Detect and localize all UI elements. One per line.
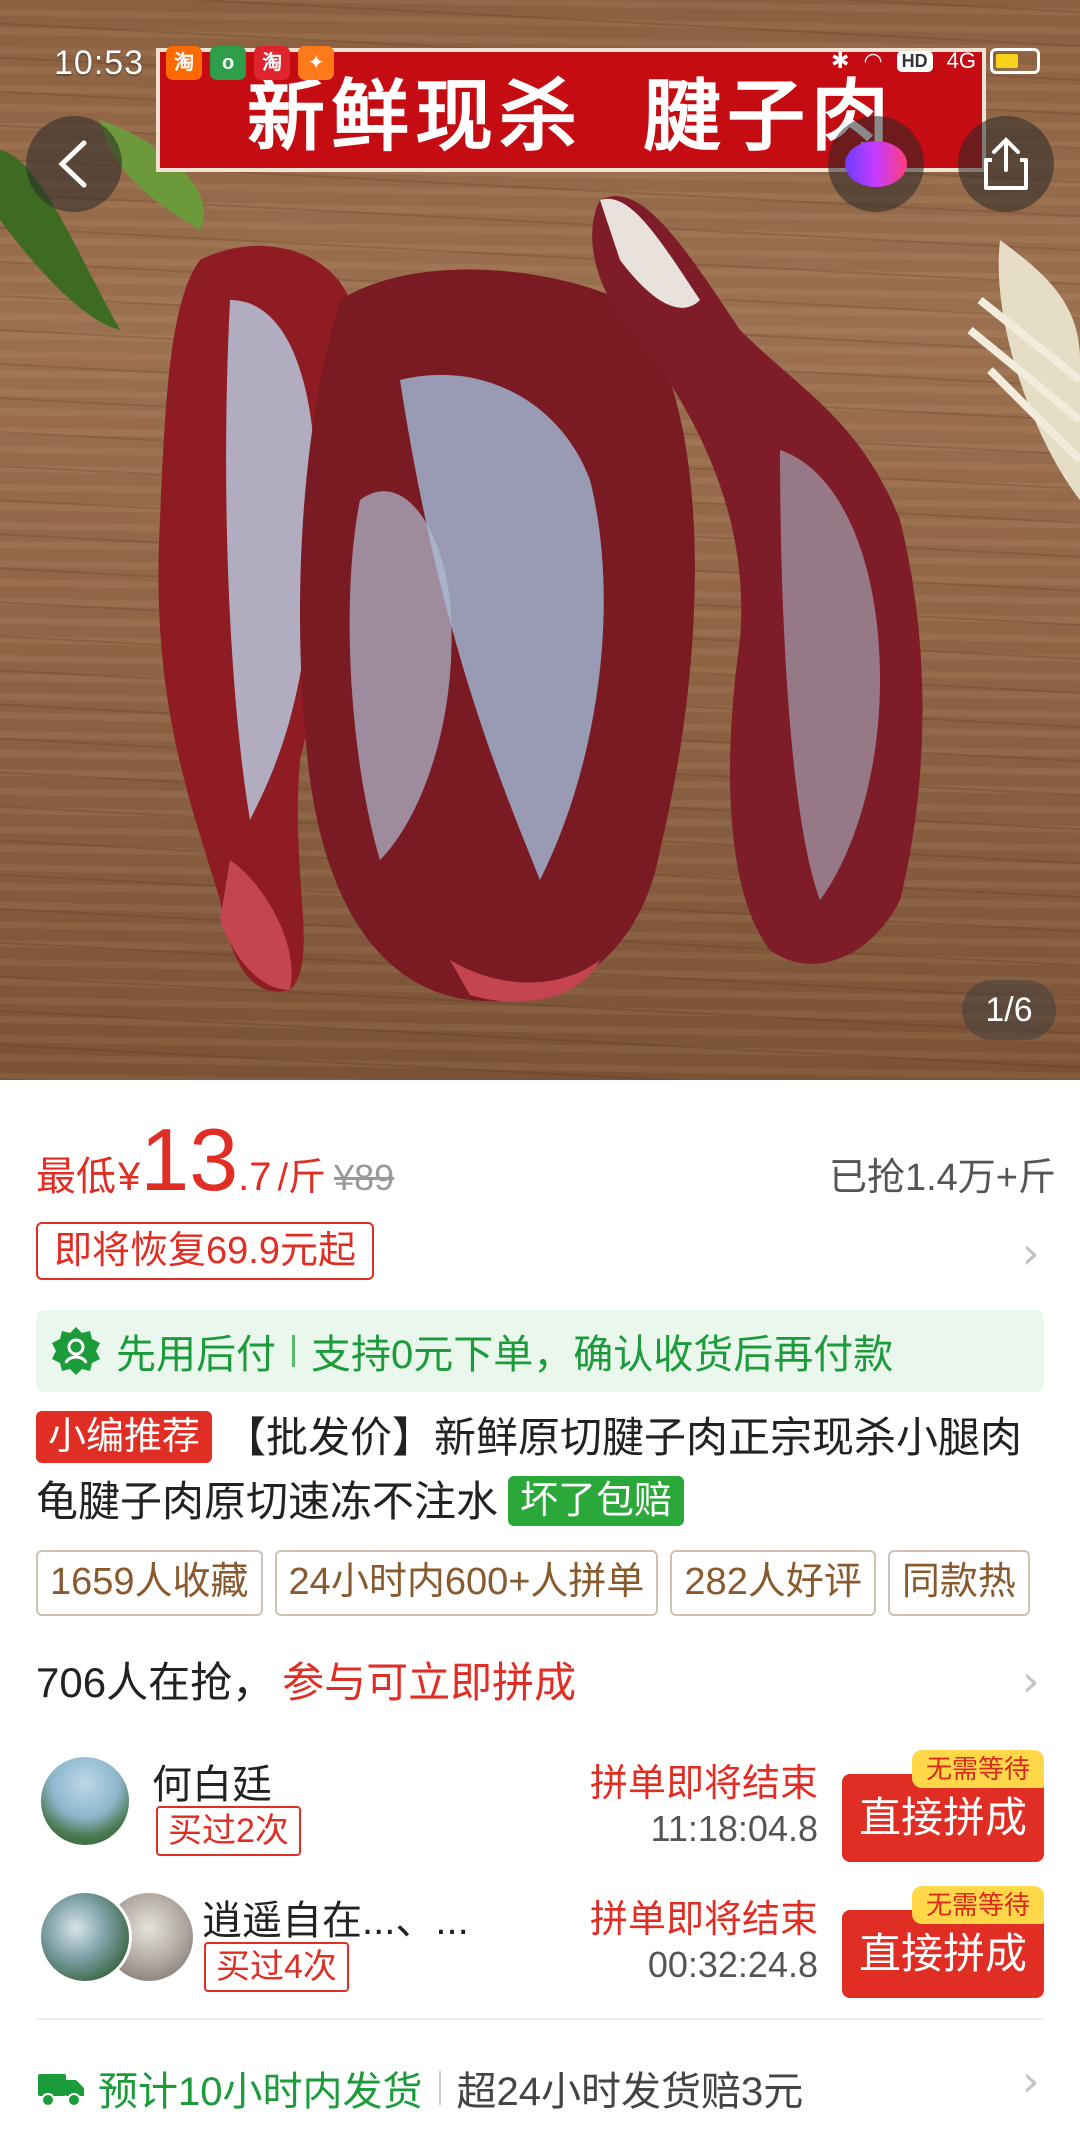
wifi-icon: ◠	[863, 48, 883, 73]
chevron-right-icon[interactable]: ›	[1022, 2056, 1040, 2107]
group-cta: 参与可立即拼成	[282, 1659, 577, 1706]
stat-chip-favorites[interactable]: 1659人收藏	[36, 1550, 263, 1616]
avatar	[38, 1890, 132, 1984]
battery-icon	[990, 48, 1040, 74]
network-label: 4G	[946, 48, 976, 73]
share-button[interactable]	[958, 116, 1054, 212]
editor-pick-badge: 小编推荐	[36, 1411, 213, 1463]
oppo-app-icon: o	[210, 46, 247, 80]
product-title-block: 小编推荐 【批发价】新鲜原切腱子肉正宗现杀小腿肉龟腱子肉原切速冻不注水 坏了包赔	[36, 1406, 1056, 1534]
avatar	[38, 1754, 132, 1848]
bluetooth-icon: ✱	[831, 48, 850, 73]
currency-symbol: ¥	[118, 1155, 141, 1199]
promo-icon	[845, 141, 907, 187]
group-buy-header[interactable]: 706人在抢， 参与可立即拼成	[36, 1648, 1056, 1718]
stats-chips: 1659人收藏 24小时内600+人拼单 282人好评 同款热	[36, 1550, 1080, 1616]
notification-icons: 淘 o 淘 ✦	[166, 46, 335, 80]
pay-later-desc: 支持0元下单，确认收货后再付款	[311, 1333, 894, 1377]
bought-count-tag: 买过4次	[204, 1942, 349, 1992]
share-icon	[984, 137, 1028, 190]
price-restore-notice[interactable]: 即将恢复69.9元起	[36, 1222, 374, 1280]
fitness-app-icon: ✦	[298, 46, 335, 80]
group-count: 706人在抢，	[36, 1659, 275, 1706]
taobao-app-icon: 淘	[166, 46, 203, 80]
promo-float-button[interactable]	[828, 116, 924, 212]
group-countdown: 11:18:04.8	[650, 1808, 818, 1849]
sold-count: 已抢1.4万+斤	[828, 1157, 1056, 1199]
member-name: 何白廷	[152, 1763, 272, 1807]
guarantee-badge: 坏了包赔	[508, 1476, 685, 1526]
price-unit: /斤	[277, 1157, 327, 1199]
pay-later-icon	[52, 1327, 100, 1375]
price-row: 最低 ¥ 13 .7 /斤 ¥89 已抢1.4万+斤	[36, 1116, 1056, 1206]
stat-chip-group-orders[interactable]: 24小时内600+人拼单	[274, 1550, 659, 1616]
member-name: 逍遥自在...、...	[202, 1899, 469, 1943]
chevron-left-icon	[58, 140, 87, 188]
stat-chip-hot[interactable]: 同款热	[887, 1550, 1030, 1616]
group-end-label: 拼单即将结束	[589, 1763, 818, 1805]
stat-chip-reviews[interactable]: 282人好评	[670, 1550, 876, 1616]
group-countdown: 00:32:24.8	[647, 1944, 818, 1985]
status-bar: 10:53 淘 o 淘 ✦ ✱ ◠ HD 4G	[0, 0, 1080, 130]
status-right-group: ✱ ◠ HD 4G	[831, 48, 1040, 74]
chevron-right-icon[interactable]: ›	[1022, 1656, 1040, 1707]
product-info: 最低 ¥ 13 .7 /斤 ¥89 已抢1.4万+斤 即将恢复69.9元起 › …	[0, 1080, 1080, 2152]
image-page-indicator: 1/6	[962, 980, 1056, 1040]
chevron-right-icon[interactable]: ›	[1022, 1228, 1040, 1279]
group-member-row: 何白廷 买过2次 拼单即将结束 11:18:04.8 直接拼成 无需等待	[36, 1746, 1044, 1866]
product-image-carousel[interactable]: 新鲜现杀 腱子肉 10:53 淘 o 淘 ✦ ✱ ◠ HD 4G 1/6	[0, 0, 1080, 1080]
hd-icon: HD	[896, 50, 933, 72]
price-decimal: .7	[238, 1155, 272, 1199]
no-wait-badge: 无需等待	[912, 1750, 1044, 1788]
shipping-row[interactable]: 预计10小时内发货 超24小时发货赔3元	[36, 2050, 1056, 2126]
status-time: 10:53	[54, 44, 145, 82]
pay-later-divider	[292, 1335, 295, 1367]
price-integer: 13	[140, 1110, 239, 1209]
price-label: 最低	[36, 1155, 116, 1199]
bought-count-tag: 买过2次	[156, 1806, 301, 1856]
group-end-label: 拼单即将结束	[589, 1899, 818, 1941]
shipping-divider	[438, 2071, 441, 2105]
pay-later-title: 先用后付	[116, 1333, 276, 1377]
group-member-row: 逍遥自在...、... 买过4次 拼单即将结束 00:32:24.8 直接拼成 …	[36, 1882, 1044, 2002]
back-button[interactable]	[26, 116, 122, 212]
truck-icon	[38, 2074, 84, 2107]
shipping-compensation: 超24小时发货赔3元	[456, 2070, 804, 2114]
original-price: ¥89	[334, 1157, 395, 1198]
pay-later-banner[interactable]: 先用后付 支持0元下单，确认收货后再付款	[36, 1310, 1044, 1392]
shipping-eta: 预计10小时内发货	[98, 2070, 423, 2114]
taobao-special-app-icon: 淘	[254, 46, 291, 80]
divider	[36, 2018, 1044, 2020]
no-wait-badge: 无需等待	[912, 1886, 1044, 1924]
